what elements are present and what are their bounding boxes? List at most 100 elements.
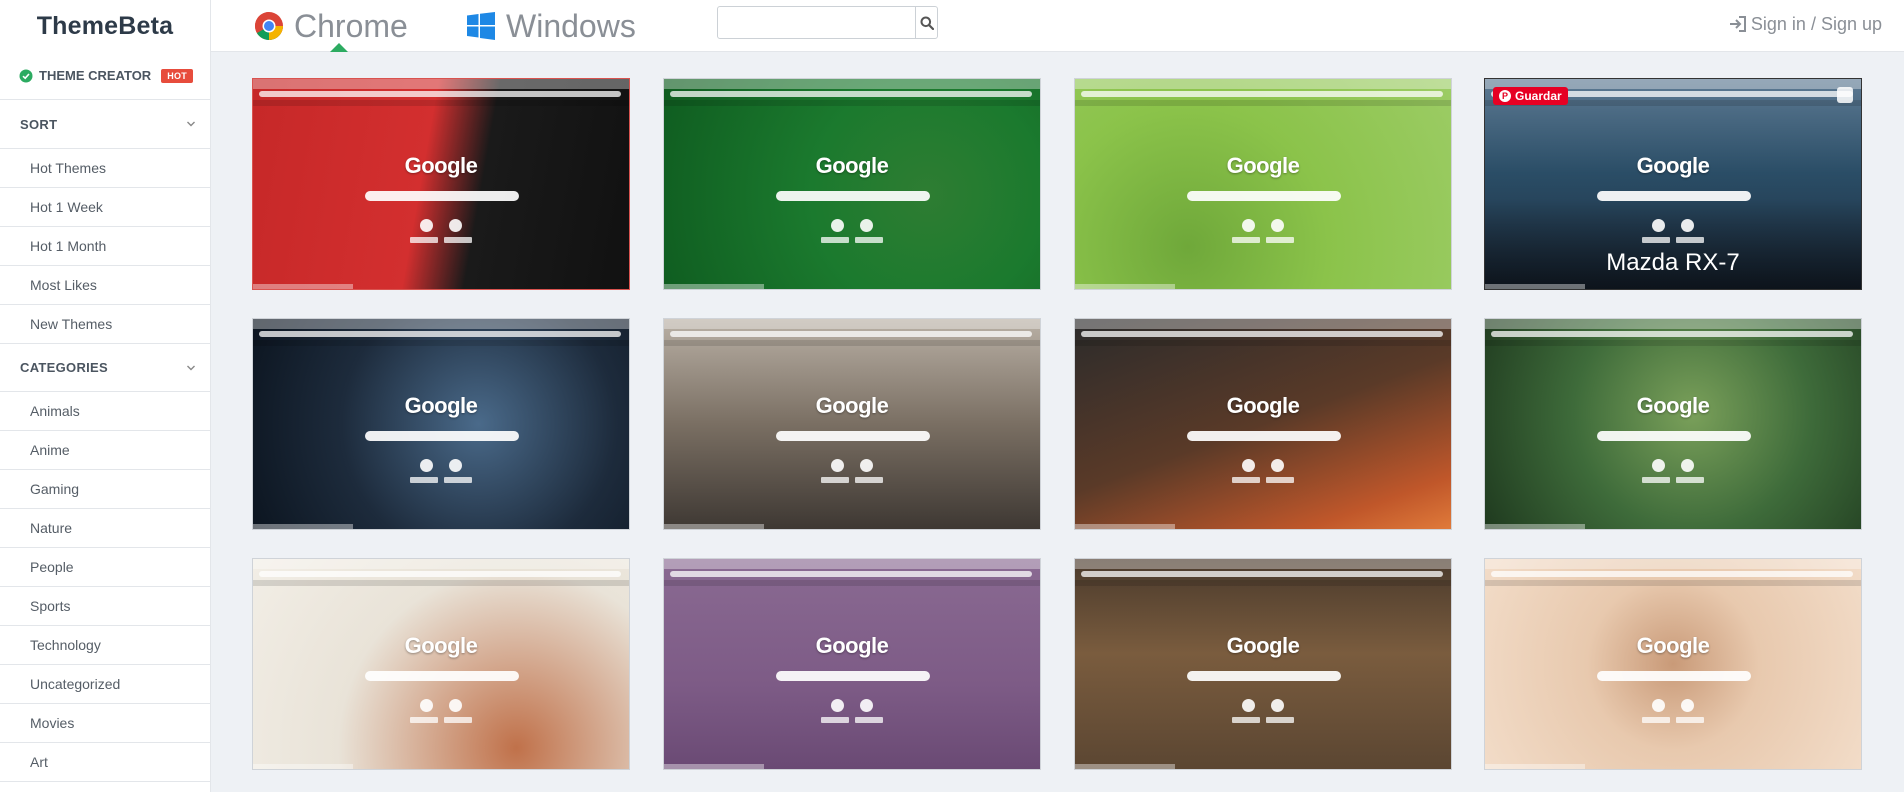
sidebar-item-uncategorized[interactable]: Uncategorized xyxy=(0,665,210,704)
sidebar-item-animals[interactable]: Animals xyxy=(0,392,210,431)
theme-preview-image xyxy=(1075,319,1451,529)
browser-chrome-mock xyxy=(664,79,1040,89)
browser-chrome-mock xyxy=(1075,79,1451,89)
preview-google-logo: Google xyxy=(404,393,478,418)
preview-search-bar xyxy=(1187,671,1341,681)
sort-section-header[interactable]: SORT xyxy=(0,100,210,149)
theme-card[interactable]: Google xyxy=(663,78,1041,290)
browser-chrome-mock xyxy=(1485,580,1861,586)
theme-card[interactable]: Google xyxy=(663,558,1041,770)
browser-chrome-mock xyxy=(1485,340,1861,346)
preview-shortcuts xyxy=(1485,699,1861,712)
preview-buttons xyxy=(253,237,629,243)
theme-preview-image xyxy=(664,559,1040,769)
browser-chrome-mock xyxy=(1485,319,1861,329)
browser-chrome-mock xyxy=(1075,100,1451,106)
preview-footer xyxy=(664,284,764,289)
theme-creator-link[interactable]: THEME CREATOR HOT xyxy=(0,52,210,100)
nav-tab-windows[interactable]: Windows xyxy=(466,0,636,52)
preview-buttons xyxy=(664,717,1040,723)
nav-tab-chrome-label: Chrome xyxy=(294,7,408,44)
chevron-down-icon xyxy=(187,121,195,127)
pinterest-save-button[interactable]: P Guardar xyxy=(1493,87,1568,105)
preview-google-logo: Google xyxy=(815,153,889,178)
sidebar-item-most-likes[interactable]: Most Likes xyxy=(0,266,210,305)
browser-chrome-mock xyxy=(1081,571,1443,577)
theme-card[interactable]: Google xyxy=(252,558,630,770)
sidebar-item-hot-1-month[interactable]: Hot 1 Month xyxy=(0,227,210,266)
browser-chrome-mock xyxy=(664,559,1040,569)
pinterest-icon: P xyxy=(1499,90,1511,102)
sign-in-icon xyxy=(1729,16,1747,32)
signin-link[interactable]: Sign in / Sign up xyxy=(1729,0,1882,48)
theme-card[interactable]: Google xyxy=(1484,558,1862,770)
browser-chrome-mock xyxy=(664,340,1040,346)
browser-chrome-mock xyxy=(664,580,1040,586)
preview-search-bar xyxy=(1597,191,1751,201)
sidebar-item-hot-1-week[interactable]: Hot 1 Week xyxy=(0,188,210,227)
preview-shortcuts xyxy=(664,459,1040,472)
theme-preview-image xyxy=(253,319,629,529)
sidebar-item-hot-themes[interactable]: Hot Themes xyxy=(0,149,210,188)
theme-preview-image xyxy=(1075,559,1451,769)
sidebar-item-gaming[interactable]: Gaming xyxy=(0,470,210,509)
preview-search-bar xyxy=(776,431,930,441)
sidebar-item-anime[interactable]: Anime xyxy=(0,431,210,470)
preview-footer xyxy=(1075,284,1175,289)
theme-card[interactable]: Google xyxy=(663,318,1041,530)
theme-card[interactable]: Google Mazda RX-7 P Guardar xyxy=(1484,78,1862,290)
theme-creator-icon xyxy=(19,69,33,83)
preview-search-bar xyxy=(776,671,930,681)
preview-footer xyxy=(1485,524,1585,529)
preview-buttons xyxy=(1075,717,1451,723)
theme-card[interactable]: Google xyxy=(252,78,630,290)
sidebar-item-movies[interactable]: Movies xyxy=(0,704,210,743)
theme-card[interactable]: Google xyxy=(1074,318,1452,530)
expand-icon[interactable] xyxy=(1837,87,1853,103)
theme-preview-image xyxy=(664,319,1040,529)
preview-footer xyxy=(253,764,353,769)
sidebar-item-art[interactable]: Art xyxy=(0,743,210,782)
sidebar-item-people[interactable]: People xyxy=(0,548,210,587)
preview-google-logo: Google xyxy=(1636,633,1710,658)
browser-chrome-mock xyxy=(1485,559,1861,569)
preview-shortcuts xyxy=(1485,459,1861,472)
preview-search-bar xyxy=(365,191,519,201)
preview-buttons xyxy=(1485,477,1861,483)
chevron-down-icon xyxy=(187,365,195,370)
theme-card[interactable]: Google xyxy=(252,318,630,530)
preview-footer xyxy=(253,524,353,529)
preview-google-logo: Google xyxy=(1636,393,1710,418)
browser-chrome-mock xyxy=(259,331,621,337)
preview-google-logo: Google xyxy=(404,153,478,178)
categories-section-header[interactable]: CATEGORIES xyxy=(0,344,210,392)
preview-footer xyxy=(1075,764,1175,769)
theme-preview-image xyxy=(253,559,629,769)
sidebar-item-technology[interactable]: Technology xyxy=(0,626,210,665)
browser-chrome-mock xyxy=(253,100,629,106)
browser-chrome-mock xyxy=(670,331,1032,337)
theme-card[interactable]: Google xyxy=(1074,558,1452,770)
preview-buttons xyxy=(664,477,1040,483)
theme-preview-image xyxy=(664,79,1040,289)
nav-tab-windows-label: Windows xyxy=(506,7,636,44)
browser-chrome-mock xyxy=(670,571,1032,577)
search-button[interactable] xyxy=(915,7,937,38)
hot-badge: HOT xyxy=(161,68,194,83)
sidebar-item-nature[interactable]: Nature xyxy=(0,509,210,548)
preview-shortcuts xyxy=(253,699,629,712)
sidebar-item-new-themes[interactable]: New Themes xyxy=(0,305,210,344)
theme-card[interactable]: Google xyxy=(1074,78,1452,290)
preview-shortcuts xyxy=(1485,219,1861,232)
browser-chrome-mock xyxy=(1075,340,1451,346)
browser-chrome-mock xyxy=(664,319,1040,329)
theme-card[interactable]: Google xyxy=(1484,318,1862,530)
theme-preview-image xyxy=(253,79,629,289)
preview-buttons xyxy=(1075,477,1451,483)
site-logo[interactable]: ThemeBeta xyxy=(0,0,211,52)
preview-shortcuts xyxy=(253,219,629,232)
preview-footer xyxy=(664,524,764,529)
search-input[interactable] xyxy=(718,7,915,38)
sidebar-item-sports[interactable]: Sports xyxy=(0,587,210,626)
preview-buttons xyxy=(664,237,1040,243)
